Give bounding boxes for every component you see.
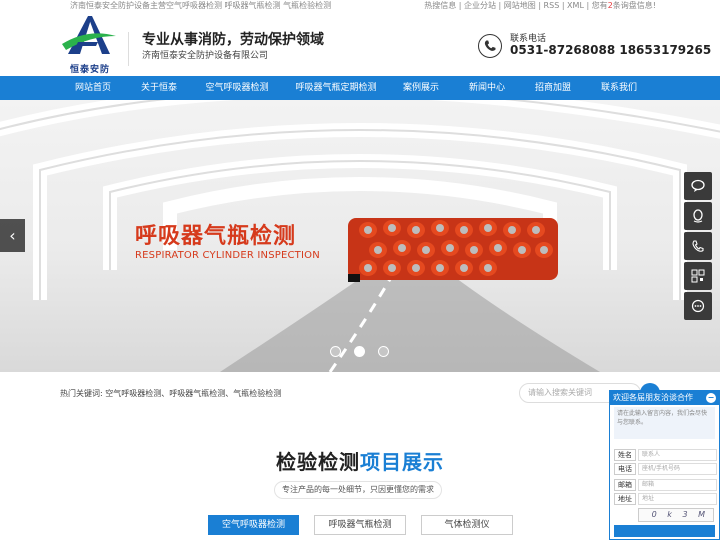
qq-icon	[693, 209, 703, 223]
nav-item-cases[interactable]: 案例展示	[392, 76, 450, 100]
chat-email-label: 邮箱	[614, 479, 636, 491]
float-qrcode-button[interactable]	[684, 262, 712, 290]
phone-icon	[692, 240, 704, 252]
chat-row-phone: 电话 座机/手机号码	[614, 463, 717, 475]
nav-item-home[interactable]: 网站首页	[62, 76, 124, 100]
chat-send-button[interactable]	[614, 525, 715, 537]
phone-numbers: 0531-87268088 18653179265	[510, 43, 712, 57]
nav-item-respirator-inspection[interactable]: 空气呼吸器检测	[198, 76, 276, 100]
qrcode-icon	[691, 269, 705, 283]
inquiry-text[interactable]: 您有	[592, 1, 608, 10]
banner-dot-3[interactable]	[378, 346, 389, 357]
header-slogan: 专业从事消防，劳动保护领域	[142, 32, 324, 48]
banner-background	[0, 100, 720, 372]
top-links-text[interactable]: 热搜信息 | 企业分站 | 网站地图 | RSS | XML |	[424, 1, 589, 10]
nav-item-about[interactable]: 关于恒泰	[128, 76, 190, 100]
header-divider	[128, 32, 129, 66]
banner-dot-1[interactable]	[330, 346, 341, 357]
chat-widget: 欢迎各届朋友洽谈合作 − 请在此输入留言内容，我们会尽快与您联系。 姓名 联系人…	[609, 390, 720, 540]
chat-phone-input[interactable]: 座机/手机号码	[638, 463, 717, 475]
chat-address-label: 地址	[614, 493, 636, 505]
nav-item-franchise[interactable]: 招商加盟	[524, 76, 582, 100]
chat-name-input[interactable]: 联系人	[638, 449, 717, 461]
float-qq-button[interactable]	[684, 202, 712, 230]
chat-row-email: 邮箱 邮箱	[614, 479, 717, 491]
float-chat-button[interactable]	[684, 172, 712, 200]
section-title: 检验检测项目展示	[276, 446, 444, 475]
inquiry-suffix[interactable]: 条询盘信息!	[613, 1, 656, 10]
chat-icon	[691, 179, 705, 192]
banner-title: 呼吸器气瓶检测	[135, 224, 297, 249]
float-message-button[interactable]	[684, 292, 712, 320]
chat-header[interactable]: 欢迎各届朋友洽谈合作 −	[610, 391, 719, 405]
tab-gas-detector[interactable]: 气体检测仪	[421, 515, 513, 535]
chat-name-label: 姓名	[614, 449, 636, 461]
chat-address-input[interactable]: 地址	[638, 493, 717, 505]
tab-cylinder-inspection[interactable]: 呼吸器气瓶检测	[314, 515, 406, 535]
chat-row-name: 姓名 联系人	[614, 449, 717, 461]
company-name: 济南恒泰安全防护设备有限公司	[142, 51, 269, 61]
site-header: 恒泰安防 专业从事消防，劳动保护领域 济南恒泰安全防护设备有限公司 联系电话 0…	[0, 12, 720, 76]
tab-respirator-inspection[interactable]: 空气呼吸器检测	[208, 515, 299, 535]
chat-title: 欢迎各届朋友洽谈合作	[613, 393, 693, 402]
top-tagline: 济南恒泰安全防护设备主营空气呼吸器检测 呼吸器气瓶检测 气瓶检验检测	[70, 1, 332, 10]
minimize-icon[interactable]: −	[706, 393, 716, 403]
banner-prev-button[interactable]: ‹	[0, 219, 25, 252]
phone-icon	[478, 34, 502, 58]
hot-keywords: 热门关键词: 空气呼吸器检测、呼吸器气瓶检测、气瓶检验检测	[60, 388, 281, 399]
section-title-main: 检验检测	[276, 450, 360, 474]
top-links[interactable]: 热搜信息 | 企业分站 | 网站地图 | RSS | XML | 您有2条询盘信…	[424, 0, 656, 11]
chat-row-address: 地址 地址	[614, 493, 717, 505]
top-bar: 济南恒泰安全防护设备主营空气呼吸器检测 呼吸器气瓶检测 气瓶检验检测 热搜信息 …	[0, 0, 720, 12]
chat-email-input[interactable]: 邮箱	[638, 479, 717, 491]
message-icon	[691, 299, 705, 313]
captcha-image[interactable]: 0 k 3 M	[638, 508, 714, 522]
section-subtitle: 专注产品的每一处细节，只因更懂您的需求	[274, 481, 442, 499]
main-nav: 网站首页 关于恒泰 空气呼吸器检测 呼吸器气瓶定期检测 案例展示 新闻中心 招商…	[0, 76, 720, 100]
banner-subtitle: RESPIRATOR CYLINDER INSPECTION	[135, 250, 320, 261]
nav-item-cylinder-inspection[interactable]: 呼吸器气瓶定期检测	[290, 76, 382, 100]
hot-keywords-label: 热门关键词:	[60, 389, 103, 398]
chat-phone-label: 电话	[614, 463, 636, 475]
float-phone-button[interactable]	[684, 232, 712, 260]
nav-item-contact[interactable]: 联系我们	[590, 76, 648, 100]
logo-text: 恒泰安防	[70, 65, 111, 75]
hot-keywords-items[interactable]: 空气呼吸器检测、呼吸器气瓶检测、气瓶检验检测	[105, 389, 281, 398]
banner-dot-2[interactable]	[354, 346, 365, 357]
nav-item-news[interactable]: 新闻中心	[458, 76, 516, 100]
chevron-left-icon: ‹	[9, 226, 16, 245]
chat-message-input[interactable]: 请在此输入留言内容，我们会尽快与您联系。	[614, 407, 715, 439]
section-title-highlight: 项目展示	[360, 450, 444, 474]
hero-banner[interactable]: 呼吸器气瓶检测 RESPIRATOR CYLINDER INSPECTION ‹	[0, 100, 720, 372]
